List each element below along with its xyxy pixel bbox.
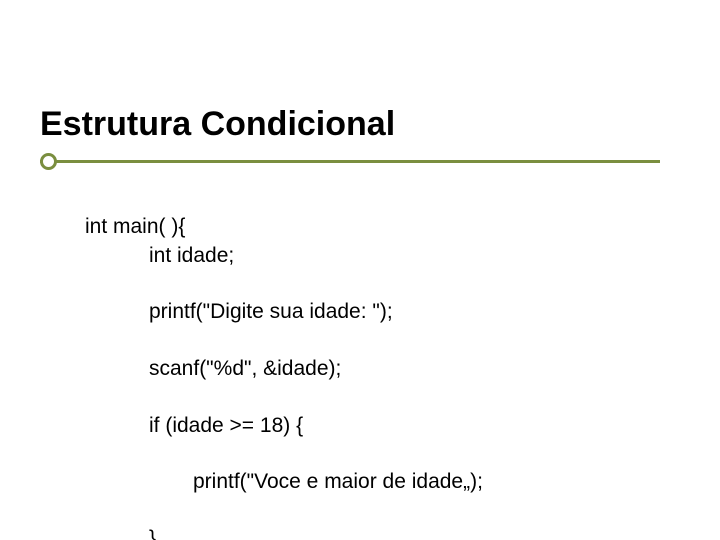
underline-bar [40,160,660,163]
code-block: int main( ){ int idade; printf("Digite s… [85,185,483,540]
code-line: } [85,525,483,540]
code-line: int idade; [85,242,483,270]
code-line: printf("Voce e maior de idade„); [85,468,483,496]
code-line: printf("Digite sua idade: "); [85,298,483,326]
underline-circle-icon [40,153,57,170]
slide-title: Estrutura Condicional [40,105,395,144]
code-line: scanf("%d", &idade); [85,355,483,383]
code-line: int main( ){ [85,215,185,238]
code-line: if (idade >= 18) { [85,412,483,440]
title-underline [40,152,660,182]
slide: Estrutura Condicional int main( ){ int i… [0,0,720,540]
